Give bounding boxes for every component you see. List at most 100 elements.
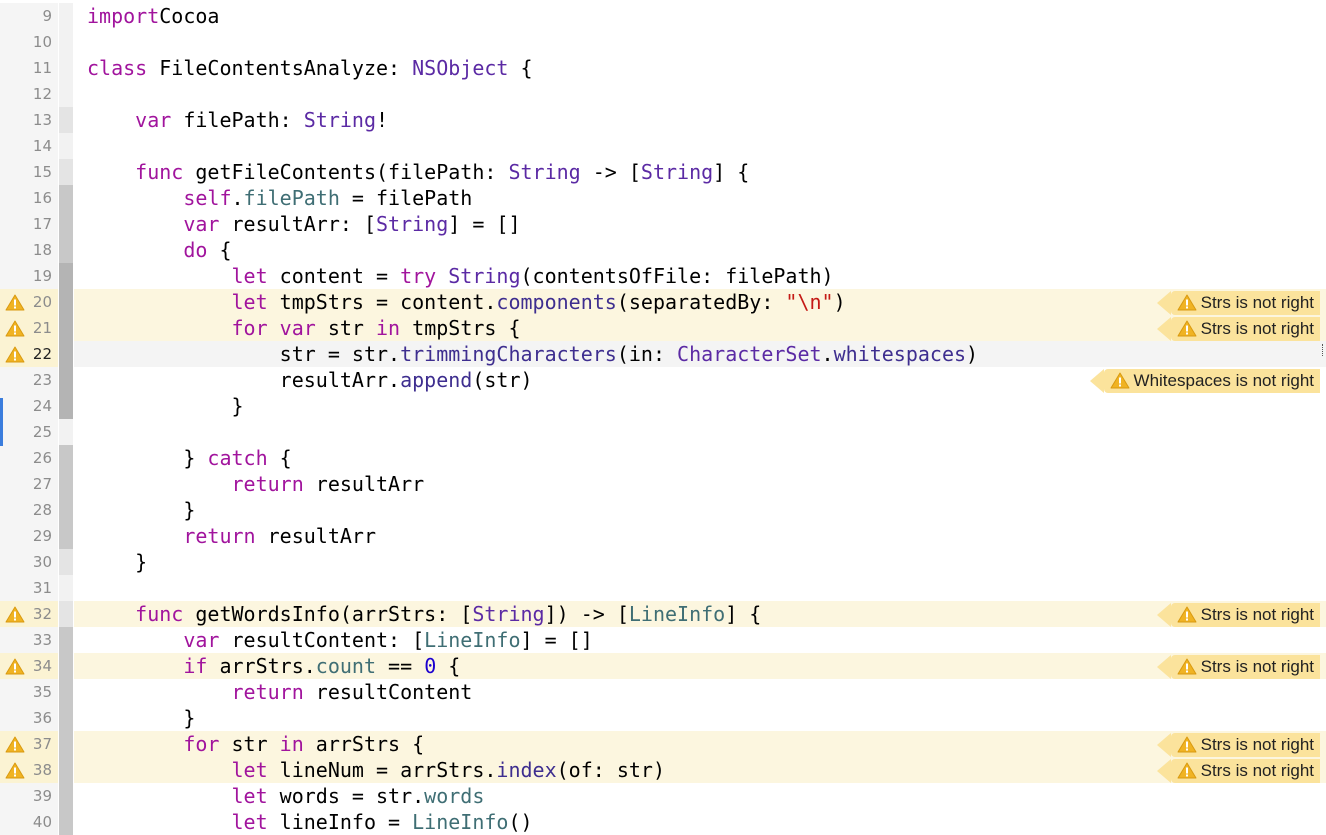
code-text[interactable]: let lineInfo = LineInfo() (87, 809, 533, 835)
warning-badge[interactable]: Whitespaces is not right (1089, 369, 1320, 393)
code-folding-ribbon[interactable] (59, 3, 73, 29)
code-folding-ribbon[interactable] (59, 497, 73, 523)
code-text[interactable]: } (87, 549, 147, 575)
code-text[interactable]: resultArr.append(str) (87, 367, 533, 393)
line-gutter[interactable]: 27 (0, 471, 58, 497)
code-folding-ribbon[interactable] (59, 315, 73, 341)
line-gutter[interactable]: 38 (0, 757, 58, 783)
code-text[interactable]: for str in arrStrs { (87, 731, 424, 757)
code-folding-ribbon[interactable] (59, 523, 73, 549)
code-folding-ribbon[interactable] (59, 471, 73, 497)
code-line[interactable]: 32 func getWordsInfo(arrStrs: [String]) … (0, 601, 1326, 627)
code-text[interactable]: func getWordsInfo(arrStrs: [String]) -> … (87, 601, 761, 627)
line-gutter[interactable]: 10 (0, 29, 58, 55)
line-gutter[interactable]: 14 (0, 133, 58, 159)
warning-icon[interactable] (5, 320, 25, 337)
code-line[interactable]: 35 return resultContent (0, 679, 1326, 705)
code-line[interactable]: 29 return resultArr (0, 523, 1326, 549)
code-line[interactable]: 40 let lineInfo = LineInfo() (0, 809, 1326, 835)
line-gutter[interactable]: 20 (0, 289, 58, 315)
code-folding-ribbon[interactable] (59, 341, 73, 367)
code-folding-ribbon[interactable] (59, 653, 73, 679)
code-folding-ribbon[interactable] (59, 757, 73, 783)
code-line[interactable]: 16 self.filePath = filePath (0, 185, 1326, 211)
code-text[interactable]: var resultContent: [LineInfo] = [] (87, 627, 592, 653)
line-gutter[interactable]: 32 (0, 601, 58, 627)
code-line[interactable]: 15 func getFileContents(filePath: String… (0, 159, 1326, 185)
code-text[interactable]: importCocoa (87, 3, 219, 29)
line-gutter[interactable]: 31 (0, 575, 58, 601)
warning-badge[interactable]: Strs is not right (1156, 655, 1320, 679)
code-line[interactable]: 37 for str in arrStrs {Strs is not right (0, 731, 1326, 757)
code-line[interactable]: 12 (0, 81, 1326, 107)
line-gutter[interactable]: 26 (0, 445, 58, 471)
code-line[interactable]: 24 } (0, 393, 1326, 419)
line-gutter[interactable]: 37 (0, 731, 58, 757)
line-gutter[interactable]: 19 (0, 263, 58, 289)
code-line[interactable]: 18 do { (0, 237, 1326, 263)
code-line[interactable]: 26 } catch { (0, 445, 1326, 471)
line-gutter[interactable]: 39 (0, 783, 58, 809)
line-gutter[interactable]: 21 (0, 315, 58, 341)
code-folding-ribbon[interactable] (59, 731, 73, 757)
code-folding-ribbon[interactable] (59, 237, 73, 263)
code-text[interactable]: if arrStrs.count == 0 { (87, 653, 460, 679)
line-gutter[interactable]: 24 (0, 393, 58, 419)
code-folding-ribbon[interactable] (59, 549, 73, 575)
code-line[interactable]: 14 (0, 133, 1326, 159)
code-text[interactable]: return resultContent (87, 679, 473, 705)
line-gutter[interactable]: 15 (0, 159, 58, 185)
code-line[interactable]: 30 } (0, 549, 1326, 575)
code-line[interactable]: 22 str = str.trimmingCharacters(in: Char… (0, 341, 1326, 367)
line-gutter[interactable]: 9 (0, 3, 58, 29)
code-folding-ribbon[interactable] (59, 783, 73, 809)
code-folding-ribbon[interactable] (59, 29, 73, 55)
code-line[interactable]: 28 } (0, 497, 1326, 523)
code-folding-ribbon[interactable] (59, 367, 73, 393)
code-text[interactable]: } (87, 705, 195, 731)
code-line[interactable]: 23 resultArr.append(str) Whitespaces is n… (0, 367, 1326, 393)
code-folding-ribbon[interactable] (59, 705, 73, 731)
code-text[interactable]: do { (87, 237, 231, 263)
code-line[interactable]: 19 let content = try String(contentsOfFi… (0, 263, 1326, 289)
line-gutter[interactable]: 33 (0, 627, 58, 653)
warning-icon[interactable] (5, 606, 25, 623)
code-text[interactable]: let words = str.words (87, 783, 485, 809)
line-gutter[interactable]: 40 (0, 809, 58, 835)
line-gutter[interactable]: 29 (0, 523, 58, 549)
warning-icon[interactable] (5, 294, 25, 311)
code-text[interactable]: var resultArr: [String] = [] (87, 211, 520, 237)
warning-badge[interactable]: Strs is not right (1156, 759, 1320, 783)
line-gutter[interactable]: 30 (0, 549, 58, 575)
code-folding-ribbon[interactable] (59, 419, 73, 445)
line-gutter[interactable]: 23 (0, 367, 58, 393)
line-gutter[interactable]: 35 (0, 679, 58, 705)
line-gutter[interactable]: 28 (0, 497, 58, 523)
line-gutter[interactable]: 16 (0, 185, 58, 211)
code-line[interactable]: 27 return resultArr (0, 471, 1326, 497)
code-line[interactable]: 31 (0, 575, 1326, 601)
code-folding-ribbon[interactable] (59, 159, 73, 185)
code-line[interactable]: 9 importCocoa (0, 3, 1326, 29)
code-folding-ribbon[interactable] (59, 211, 73, 237)
code-line[interactable]: 39 let words = str.words (0, 783, 1326, 809)
code-folding-ribbon[interactable] (59, 81, 73, 107)
code-folding-ribbon[interactable] (59, 133, 73, 159)
warning-icon[interactable] (5, 736, 25, 753)
code-folding-ribbon[interactable] (59, 55, 73, 81)
code-line[interactable]: 20 let tmpStrs = content.components(sepa… (0, 289, 1326, 315)
code-folding-ribbon[interactable] (59, 627, 73, 653)
code-text[interactable]: var filePath: String! (87, 107, 388, 133)
line-gutter[interactable]: 25 (0, 419, 58, 445)
line-gutter[interactable]: 34 (0, 653, 58, 679)
code-text[interactable]: let content = try String(contentsOfFile:… (87, 263, 834, 289)
code-folding-ribbon[interactable] (59, 601, 73, 627)
code-text[interactable]: for var str in tmpStrs { (87, 315, 521, 341)
code-text[interactable]: self.filePath = filePath (87, 185, 472, 211)
warning-icon[interactable] (5, 658, 25, 675)
warning-badge[interactable]: Strs is not right (1156, 603, 1320, 627)
warning-icon[interactable] (5, 346, 25, 363)
code-text[interactable]: return resultArr (87, 471, 425, 497)
code-line[interactable]: 13 var filePath: String! (0, 107, 1326, 133)
code-folding-ribbon[interactable] (59, 107, 73, 133)
